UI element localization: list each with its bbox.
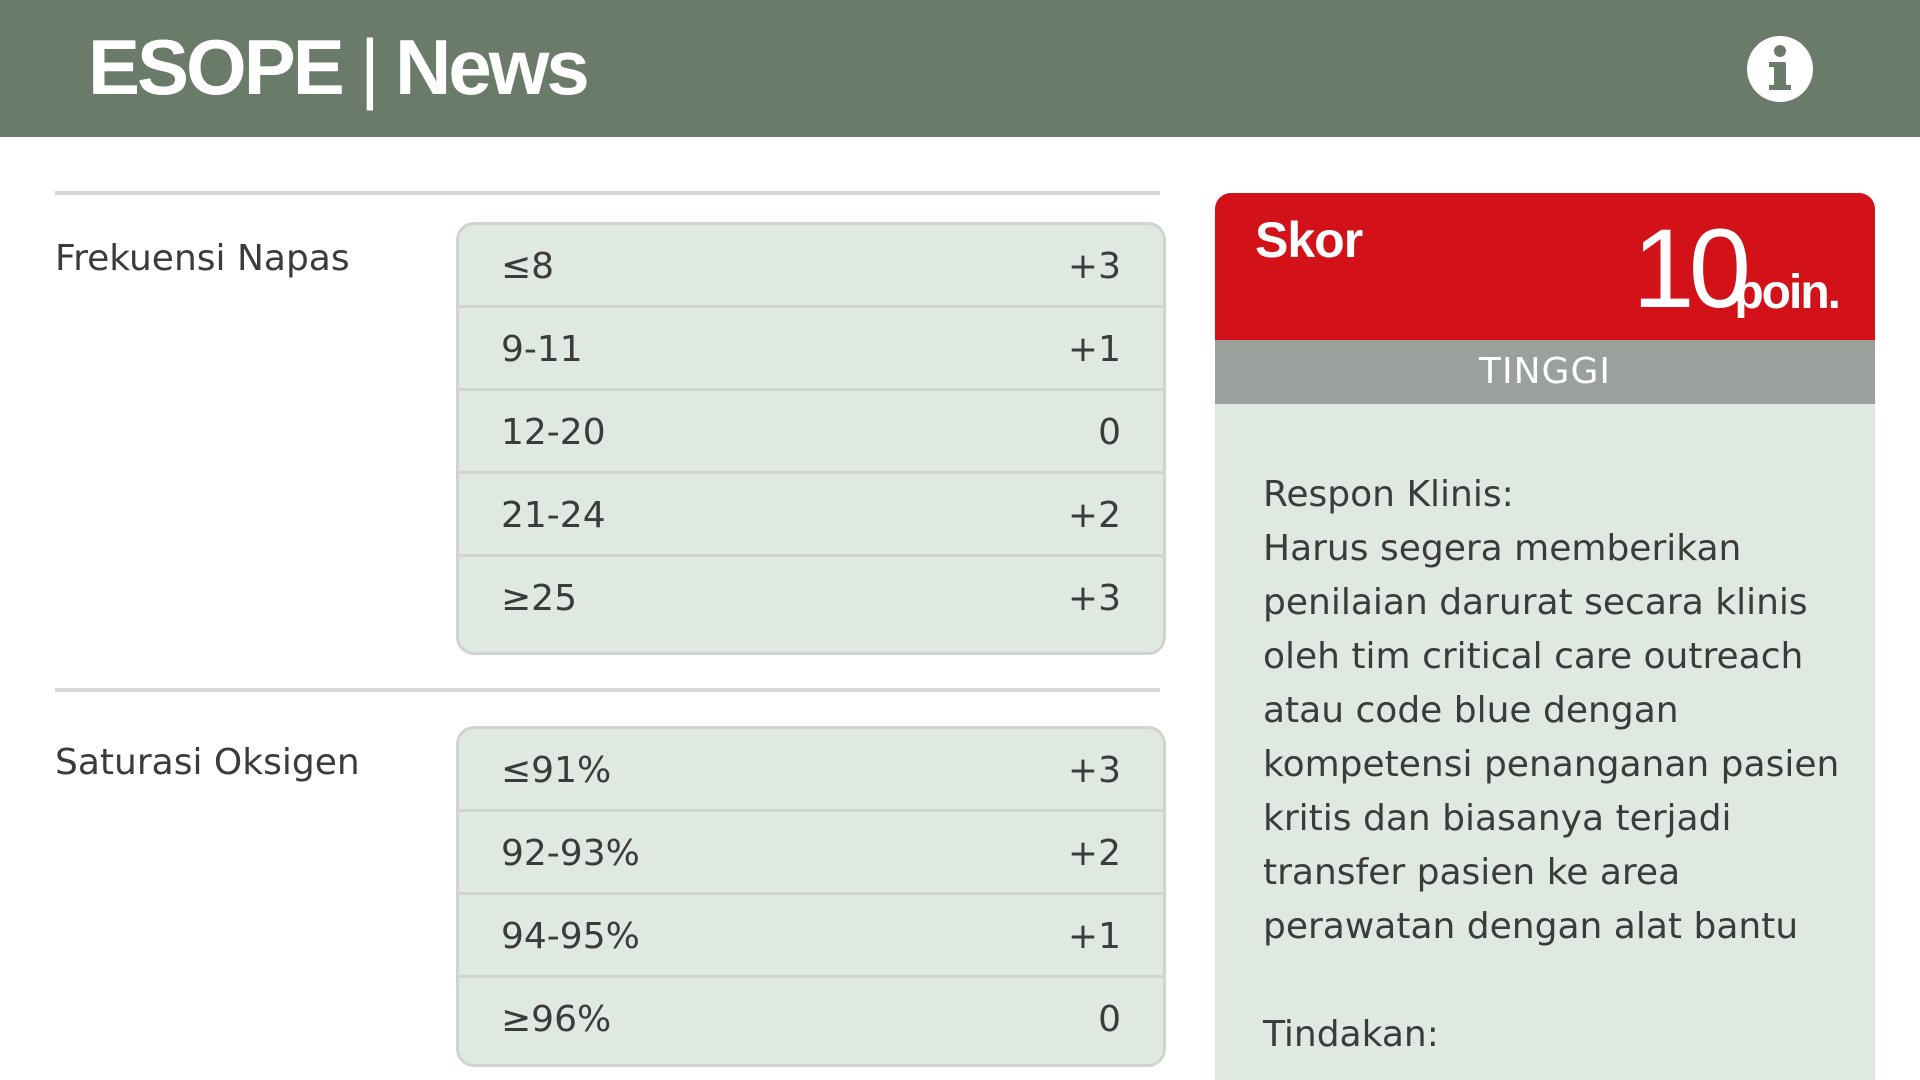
info-icon[interactable] (1747, 36, 1813, 102)
option-row[interactable]: 94-95% +1 (459, 895, 1163, 978)
options-frekuensi-napas: ≤8 +3 9-11 +1 12-20 0 21-24 +2 ≥25 +3 (456, 222, 1166, 655)
option-points: 0 (1098, 999, 1121, 1040)
option-range: 94-95% (501, 916, 640, 957)
option-row[interactable]: 9-11 +1 (459, 308, 1163, 391)
response-title: Respon Klinis: (1263, 474, 1514, 515)
option-row[interactable]: 12-20 0 (459, 391, 1163, 474)
option-row[interactable]: 92-93% +2 (459, 812, 1163, 895)
option-range: ≤91% (501, 750, 612, 791)
app-name: ESOPE (88, 23, 345, 111)
section-divider (55, 688, 1160, 692)
option-points: 0 (1098, 412, 1121, 453)
param-label-frekuensi-napas: Frekuensi Napas (55, 238, 350, 279)
option-row[interactable]: ≥25 +3 (459, 557, 1163, 640)
clinical-response: Respon Klinis: Harus segera memberikan p… (1263, 468, 1853, 1062)
score-unit: poin. (1734, 266, 1841, 319)
option-row[interactable]: ≤8 +3 (459, 225, 1163, 308)
option-range: 92-93% (501, 833, 640, 874)
option-points: +1 (1067, 329, 1121, 370)
option-points: +3 (1067, 578, 1121, 619)
option-points: +3 (1067, 246, 1121, 287)
score-value: 10 (1632, 206, 1751, 331)
response-body: Harus segera memberikan penilaian darura… (1263, 528, 1840, 947)
option-points: +2 (1067, 833, 1121, 874)
title-separator: | (359, 23, 380, 111)
option-points: +1 (1067, 916, 1121, 957)
option-row[interactable]: ≥96% 0 (459, 978, 1163, 1061)
option-range: 21-24 (501, 495, 606, 536)
section-divider (55, 191, 1160, 195)
app-header: ESOPE | News (0, 0, 1920, 137)
score-header: Skor 10 poin. (1215, 193, 1875, 340)
option-row[interactable]: ≤91% +3 (459, 729, 1163, 812)
risk-level-badge: TINGGI (1215, 340, 1875, 404)
param-label-saturasi-oksigen: Saturasi Oksigen (55, 742, 360, 783)
option-range: ≤8 (501, 246, 555, 287)
score-label: Skor (1255, 212, 1363, 268)
option-points: +3 (1067, 750, 1121, 791)
options-saturasi-oksigen: ≤91% +3 92-93% +2 94-95% +1 ≥96% 0 (456, 726, 1166, 1067)
action-title: Tindakan: (1263, 1014, 1439, 1055)
app-title: ESOPE | News (88, 22, 590, 112)
option-range: ≥25 (501, 578, 577, 619)
option-points: +2 (1067, 495, 1121, 536)
option-range: ≥96% (501, 999, 612, 1040)
option-range: 12-20 (501, 412, 606, 453)
section-name: News (395, 23, 590, 111)
option-range: 9-11 (501, 329, 583, 370)
option-row[interactable]: 21-24 +2 (459, 474, 1163, 557)
score-card: Skor 10 poin. TINGGI Respon Klinis: Haru… (1215, 193, 1875, 1080)
